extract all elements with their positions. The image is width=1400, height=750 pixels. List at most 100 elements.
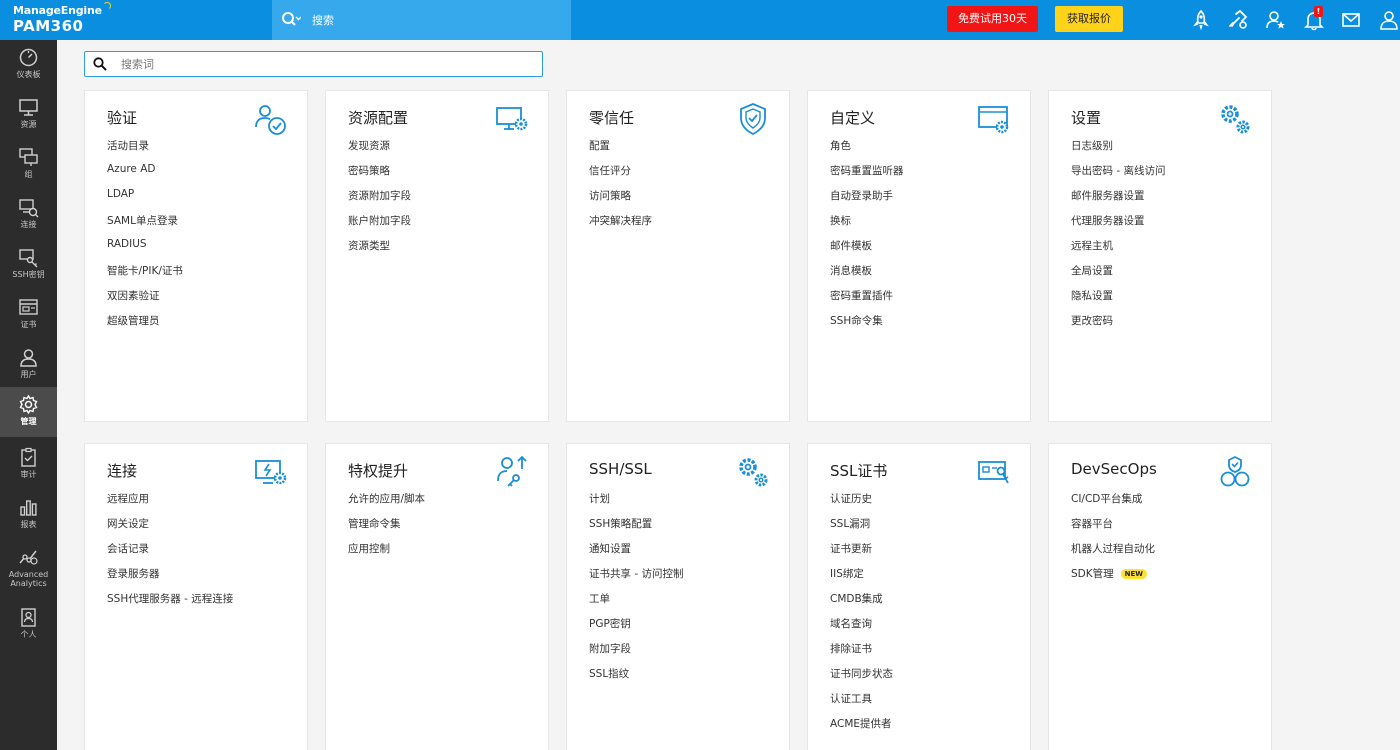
menu-link[interactable]: 信任评分	[589, 163, 652, 188]
menu-link[interactable]: 认证工具	[830, 691, 893, 716]
menu-link[interactable]: CI/CD平台集成	[1071, 491, 1155, 516]
rocket-icon[interactable]	[1190, 9, 1212, 31]
menu-link[interactable]: 通知设置	[589, 541, 683, 566]
sidebar-label: 管理	[20, 417, 37, 426]
menu-link[interactable]: SAML单点登录	[107, 213, 183, 238]
sidebar-item-admin[interactable]: 管理	[0, 387, 57, 437]
admin-search-input[interactable]	[121, 56, 521, 72]
menu-link[interactable]: 证书共享 - 访问控制	[589, 566, 683, 591]
menu-link[interactable]: 密码重置监听器	[830, 163, 904, 188]
user-icon[interactable]	[1378, 9, 1400, 31]
sidebar-item-personal[interactable]: 个人	[0, 600, 57, 650]
card-settings: 设置 日志级别 导出密码 - 离线访问 邮件服务器设置 代理服务器设置 远程主机…	[1048, 90, 1272, 422]
menu-link[interactable]: 角色	[830, 138, 904, 163]
menu-link[interactable]: 导出密码 - 离线访问	[1071, 163, 1165, 188]
menu-link[interactable]: 会话记录	[107, 541, 233, 566]
admin-search-box[interactable]	[84, 51, 543, 77]
menu-link[interactable]: 附加字段	[589, 641, 683, 666]
sidebar-item-dashboard[interactable]: 仪表板	[0, 40, 57, 90]
menu-link[interactable]: 邮件模板	[830, 238, 904, 263]
menu-link[interactable]: 活动目录	[107, 138, 183, 163]
sidebar-item-advanced-analytics[interactable]: Advanced Analytics	[0, 540, 57, 598]
sidebar-item-reports[interactable]: 报表	[0, 490, 57, 540]
menu-link[interactable]: 计划	[589, 491, 683, 516]
menu-link[interactable]: 更改密码	[1071, 313, 1165, 338]
sidebar-item-certificates[interactable]: 证书	[0, 290, 57, 340]
menu-link[interactable]: 配置	[589, 138, 652, 163]
menu-link[interactable]: LDAP	[107, 188, 183, 213]
sidebar-item-connections[interactable]: 连接	[0, 190, 57, 240]
menu-link[interactable]: 密码重置插件	[830, 288, 904, 313]
sidebar-label: 审计	[20, 470, 37, 479]
menu-link[interactable]: 自动登录助手	[830, 188, 904, 213]
menu-link[interactable]: 全局设置	[1071, 263, 1165, 288]
card-authentication: 验证 活动目录 Azure AD LDAP SAML单点登录 RADIUS 智能…	[84, 90, 308, 422]
menu-link[interactable]: 网关设定	[107, 516, 233, 541]
card-title: SSL证书	[830, 462, 888, 480]
sidebar-item-resources[interactable]: 资源	[0, 90, 57, 140]
menu-link[interactable]: SSH代理服务器 - 远程连接	[107, 591, 233, 616]
sidebar-item-users[interactable]: 用户	[0, 340, 57, 390]
menu-link[interactable]: 容器平台	[1071, 516, 1155, 541]
menu-link[interactable]: 机器人过程自动化	[1071, 541, 1155, 566]
card-customization: 自定义 角色 密码重置监听器 自动登录助手 换标 邮件模板 消息模板 密码重置插…	[807, 90, 1031, 422]
menu-link[interactable]: 允许的应用/脚本	[348, 491, 425, 516]
menu-link[interactable]: SSH命令集	[830, 313, 904, 338]
menu-link[interactable]: 工单	[589, 591, 683, 616]
menu-link[interactable]: 换标	[830, 213, 904, 238]
menu-link[interactable]: 远程主机	[1071, 238, 1165, 263]
menu-link[interactable]: 隐私设置	[1071, 288, 1165, 313]
sidebar-item-audit[interactable]: 审计	[0, 440, 57, 490]
menu-link[interactable]: 资源附加字段	[348, 188, 411, 213]
menu-link-sdk[interactable]: SDK管理 NEW	[1071, 566, 1155, 591]
menu-link[interactable]: SSH策略配置	[589, 516, 683, 541]
sidebar-item-ssh-keys[interactable]: SSH密钥	[0, 240, 57, 290]
menu-link-label: SDK管理	[1071, 568, 1114, 580]
card-connections: 连接 远程应用 网关设定 会话记录 登录服务器 SSH代理服务器 - 远程连接	[84, 443, 308, 750]
menu-link[interactable]: 发现资源	[348, 138, 411, 163]
menu-link[interactable]: 应用控制	[348, 541, 425, 566]
menu-link[interactable]: 账户附加字段	[348, 213, 411, 238]
menu-link[interactable]: 消息模板	[830, 263, 904, 288]
ssh-key-icon	[19, 249, 38, 268]
menu-link[interactable]: SSL漏洞	[830, 516, 893, 541]
menu-link[interactable]: 日志级别	[1071, 138, 1165, 163]
menu-link[interactable]: 冲突解决程序	[589, 213, 652, 238]
menu-link[interactable]: RADIUS	[107, 238, 183, 263]
menu-link[interactable]: CMDB集成	[830, 591, 893, 616]
menu-link[interactable]: ACME提供者	[830, 716, 893, 741]
remote-connection-icon	[255, 460, 287, 485]
menu-link[interactable]: 访问策略	[589, 188, 652, 213]
menu-link[interactable]: 超级管理员	[107, 313, 183, 338]
menu-link[interactable]: SSL指纹	[589, 666, 683, 691]
free-trial-button[interactable]: 免费试用30天	[947, 6, 1038, 32]
user-icon	[20, 349, 37, 367]
menu-link[interactable]: 登录服务器	[107, 566, 233, 591]
menu-link[interactable]: 双因素验证	[107, 288, 183, 313]
product-logo[interactable]: ManageEngine PAM360	[0, 0, 272, 40]
card-resource-config: 资源配置 发现资源 密码策略 资源附加字段 账户附加字段 资源类型	[325, 90, 549, 422]
get-quote-button[interactable]: 获取报价	[1055, 6, 1123, 32]
menu-link[interactable]: 邮件服务器设置	[1071, 188, 1165, 213]
global-search[interactable]: 搜索	[272, 0, 571, 40]
menu-link[interactable]: 域名查询	[830, 616, 893, 641]
menu-link[interactable]: 认证历史	[830, 491, 893, 516]
menu-link[interactable]: 管理命令集	[348, 516, 425, 541]
menu-link[interactable]: 密码策略	[348, 163, 411, 188]
menu-link[interactable]: 远程应用	[107, 491, 233, 516]
card-ssh-ssl: SSH/SSL 计划 SSH策略配置 通知设置 证书共享 - 访问控制 工单 P…	[566, 443, 790, 750]
link-gear-icon[interactable]	[1227, 9, 1249, 31]
menu-link[interactable]: 证书同步状态	[830, 666, 893, 691]
menu-link[interactable]: 代理服务器设置	[1071, 213, 1165, 238]
mail-icon[interactable]	[1340, 9, 1362, 31]
menu-link[interactable]: 排除证书	[830, 641, 893, 666]
menu-link[interactable]: Azure AD	[107, 163, 183, 188]
gears-icon	[1221, 105, 1250, 134]
menu-link[interactable]: 资源类型	[348, 238, 411, 263]
sidebar-item-groups[interactable]: 组	[0, 140, 57, 190]
menu-link[interactable]: 智能卡/PIK/证书	[107, 263, 183, 288]
menu-link[interactable]: IIS绑定	[830, 566, 893, 591]
user-star-icon[interactable]	[1265, 9, 1287, 31]
menu-link[interactable]: 证书更新	[830, 541, 893, 566]
menu-link[interactable]: PGP密钥	[589, 616, 683, 641]
